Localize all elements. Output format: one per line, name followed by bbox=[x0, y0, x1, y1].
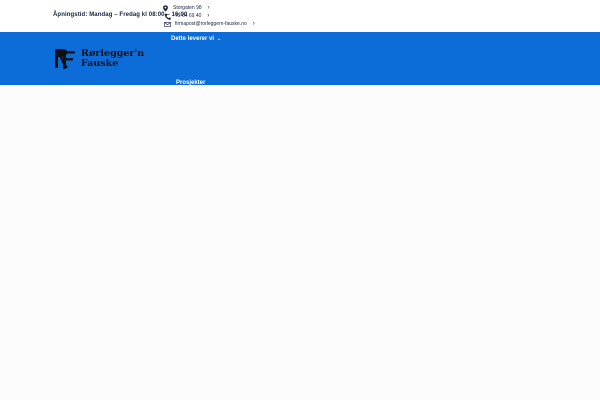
location-pin-icon bbox=[163, 4, 168, 12]
contact-phone-link[interactable]: 75 64 69 40 › bbox=[164, 12, 209, 20]
logo-wordmark: Rørlegger'n Fauske bbox=[81, 49, 144, 69]
contact-address-link[interactable]: Storgaten 98 › bbox=[162, 4, 210, 12]
site-logo[interactable]: Rørlegger'n Fauske bbox=[53, 46, 153, 72]
chevron-down-icon: ⌄ bbox=[217, 36, 222, 42]
mail-icon bbox=[164, 21, 171, 27]
phone-icon bbox=[164, 13, 171, 20]
chevron-right-icon: › bbox=[207, 13, 210, 19]
contact-address-text: Storgaten 98 bbox=[173, 5, 202, 11]
chevron-right-icon: › bbox=[252, 21, 255, 27]
site-header: Rørlegger'n Fauske Dette leverer vi ⌄ Pro… bbox=[0, 32, 600, 86]
contact-email-text: firmapost@rorleggern-fauske.no bbox=[175, 21, 247, 27]
rf-monogram-icon bbox=[55, 49, 75, 69]
nav-item-label: Prosjekter bbox=[176, 80, 206, 86]
nav-item-label: Dette leverer vi bbox=[171, 36, 215, 42]
nav-item-dette-leverer-vi[interactable]: Dette leverer vi ⌄ bbox=[171, 36, 221, 42]
contact-email-link[interactable]: firmapost@rorleggern-fauske.no › bbox=[164, 20, 255, 28]
contact-phone-text: 75 64 69 40 bbox=[175, 13, 202, 19]
logo-line-2: Fauske bbox=[81, 58, 119, 69]
page: Åpningstid: Mandag – Fredag kl 08:00 – 1… bbox=[0, 0, 600, 400]
nav-item-prosjekter[interactable]: Prosjekter bbox=[176, 80, 205, 86]
top-info-bar: Åpningstid: Mandag – Fredag kl 08:00 – 1… bbox=[0, 0, 600, 32]
chevron-right-icon: › bbox=[207, 5, 210, 11]
